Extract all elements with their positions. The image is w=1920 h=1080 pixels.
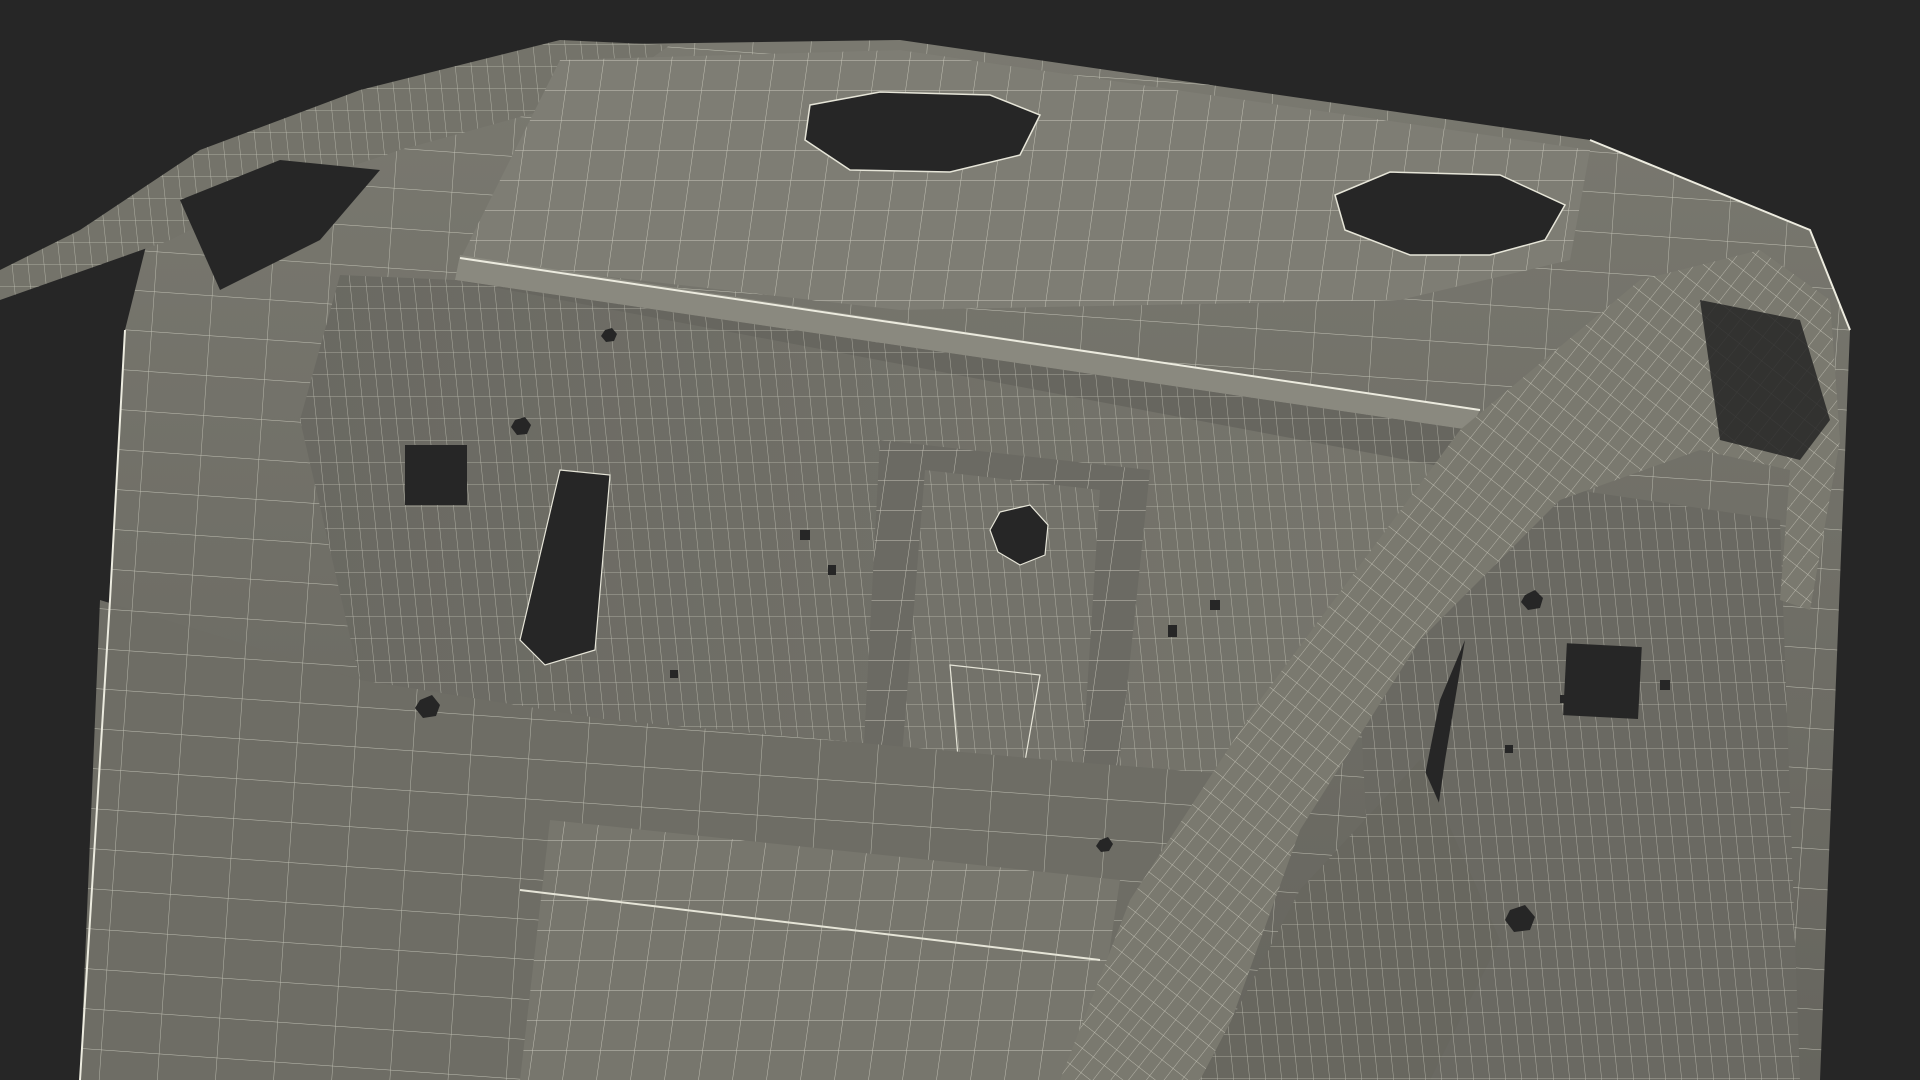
render-viewport	[0, 0, 1920, 1080]
square-hole-left	[405, 445, 467, 505]
wireframe-render	[0, 0, 1920, 1080]
square-hole-right	[1563, 643, 1642, 720]
